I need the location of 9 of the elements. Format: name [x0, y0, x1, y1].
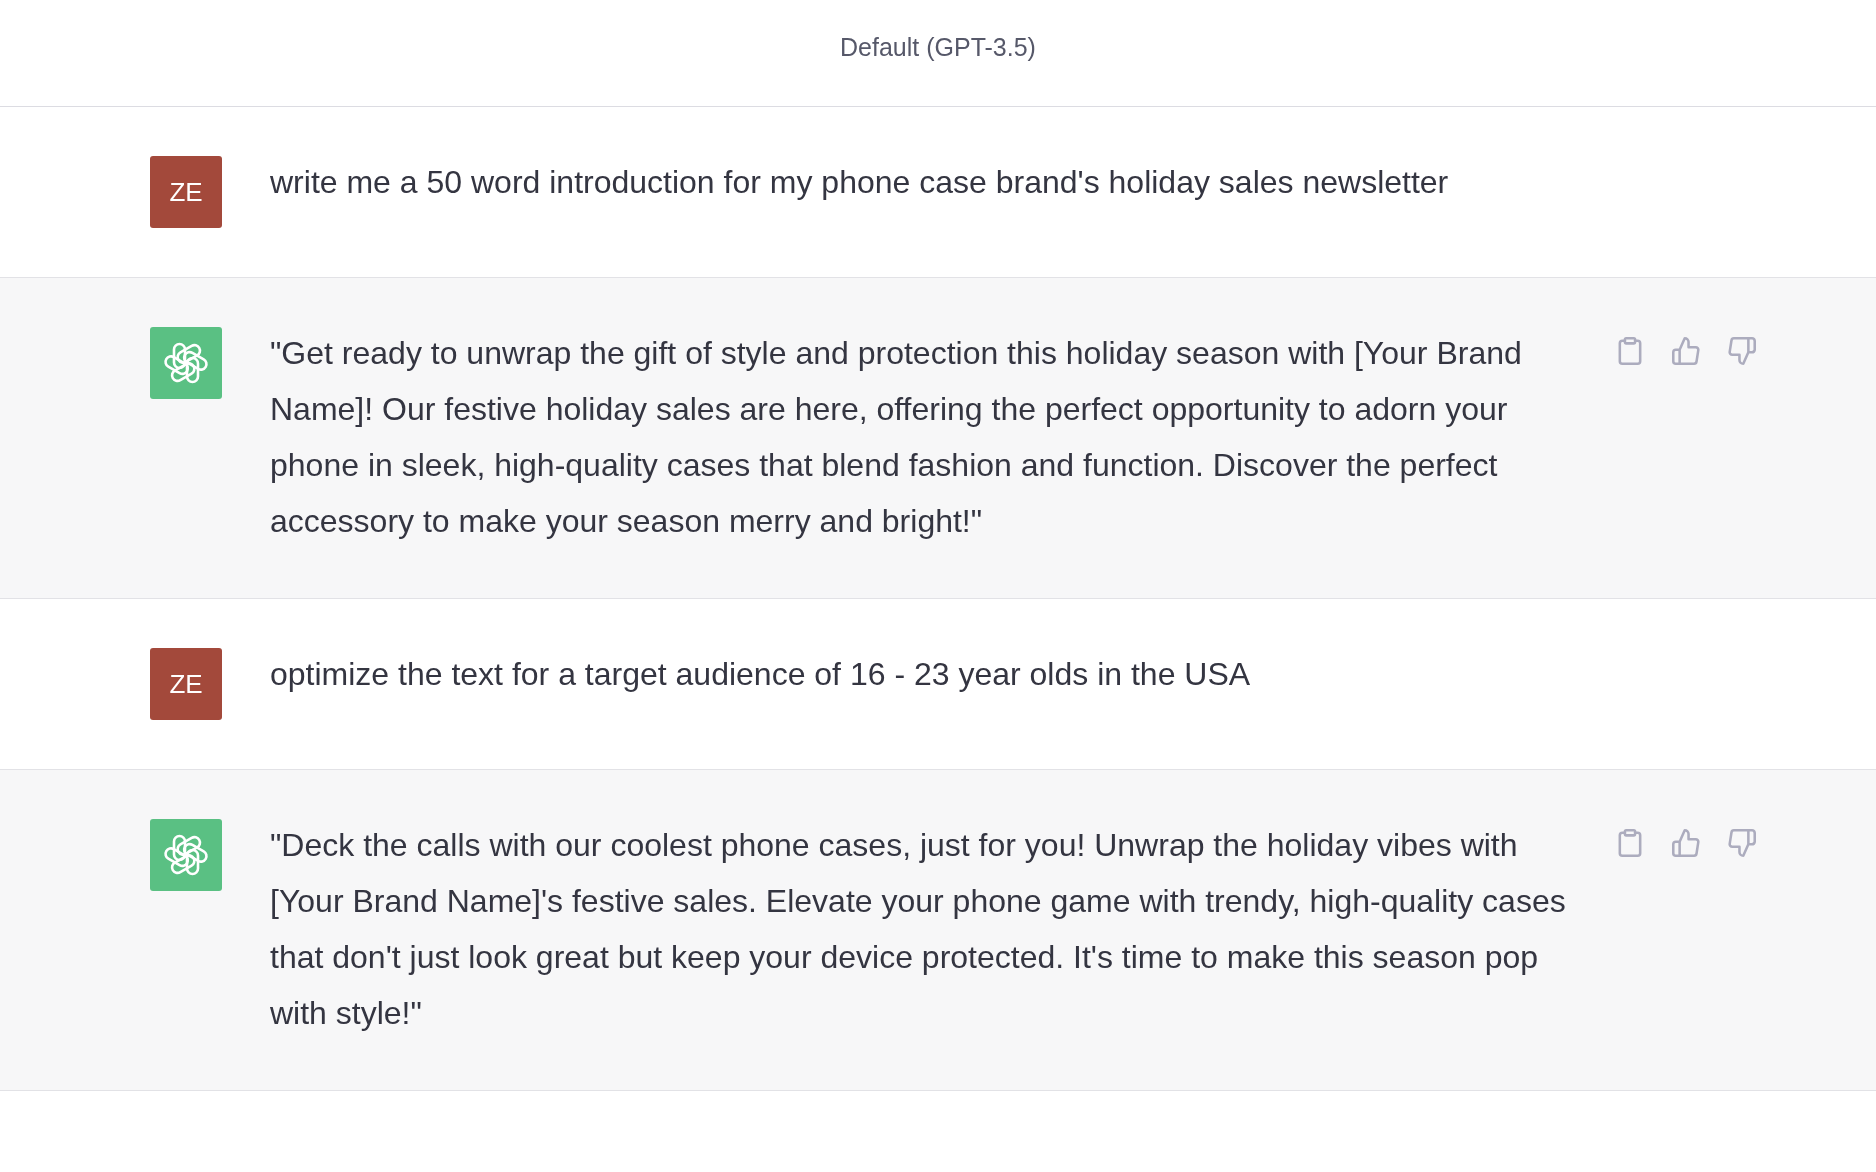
message-text: "Deck the calls with our coolest phone cases, just for you! Unwrap the holiday vibes with [Your Brand Name]'s festive sales. Elevate your phone game with trendy, high-quality cases that don't just look great but keep your device protected. It's time to make this season pop with style!" — [270, 826, 1567, 1033]
message-text: write me a 50 word introduction for my phone case brand's holiday sales newsletter — [270, 163, 1450, 202]
model-title: Default (GPT-3.5) — [840, 32, 1036, 62]
logo-icon — [150, 819, 222, 891]
logo-icon — [150, 327, 222, 399]
user-avatar: ZE — [150, 648, 222, 720]
message-text: optimize the text for a target audience of 16 - 23 year olds in the USA — [270, 655, 1252, 694]
user-avatar: ZE — [150, 156, 222, 228]
message-text: "Get ready to unwrap the gift of style and protection this holiday season with [Your Brand Name]! Our festive holiday sales are here, offering the perfect opportunity to adorn your phone in sleek, high-quality cases that blend fashion and function. Discover the perfect accessory to make your season merry and bright!" — [270, 334, 1523, 541]
